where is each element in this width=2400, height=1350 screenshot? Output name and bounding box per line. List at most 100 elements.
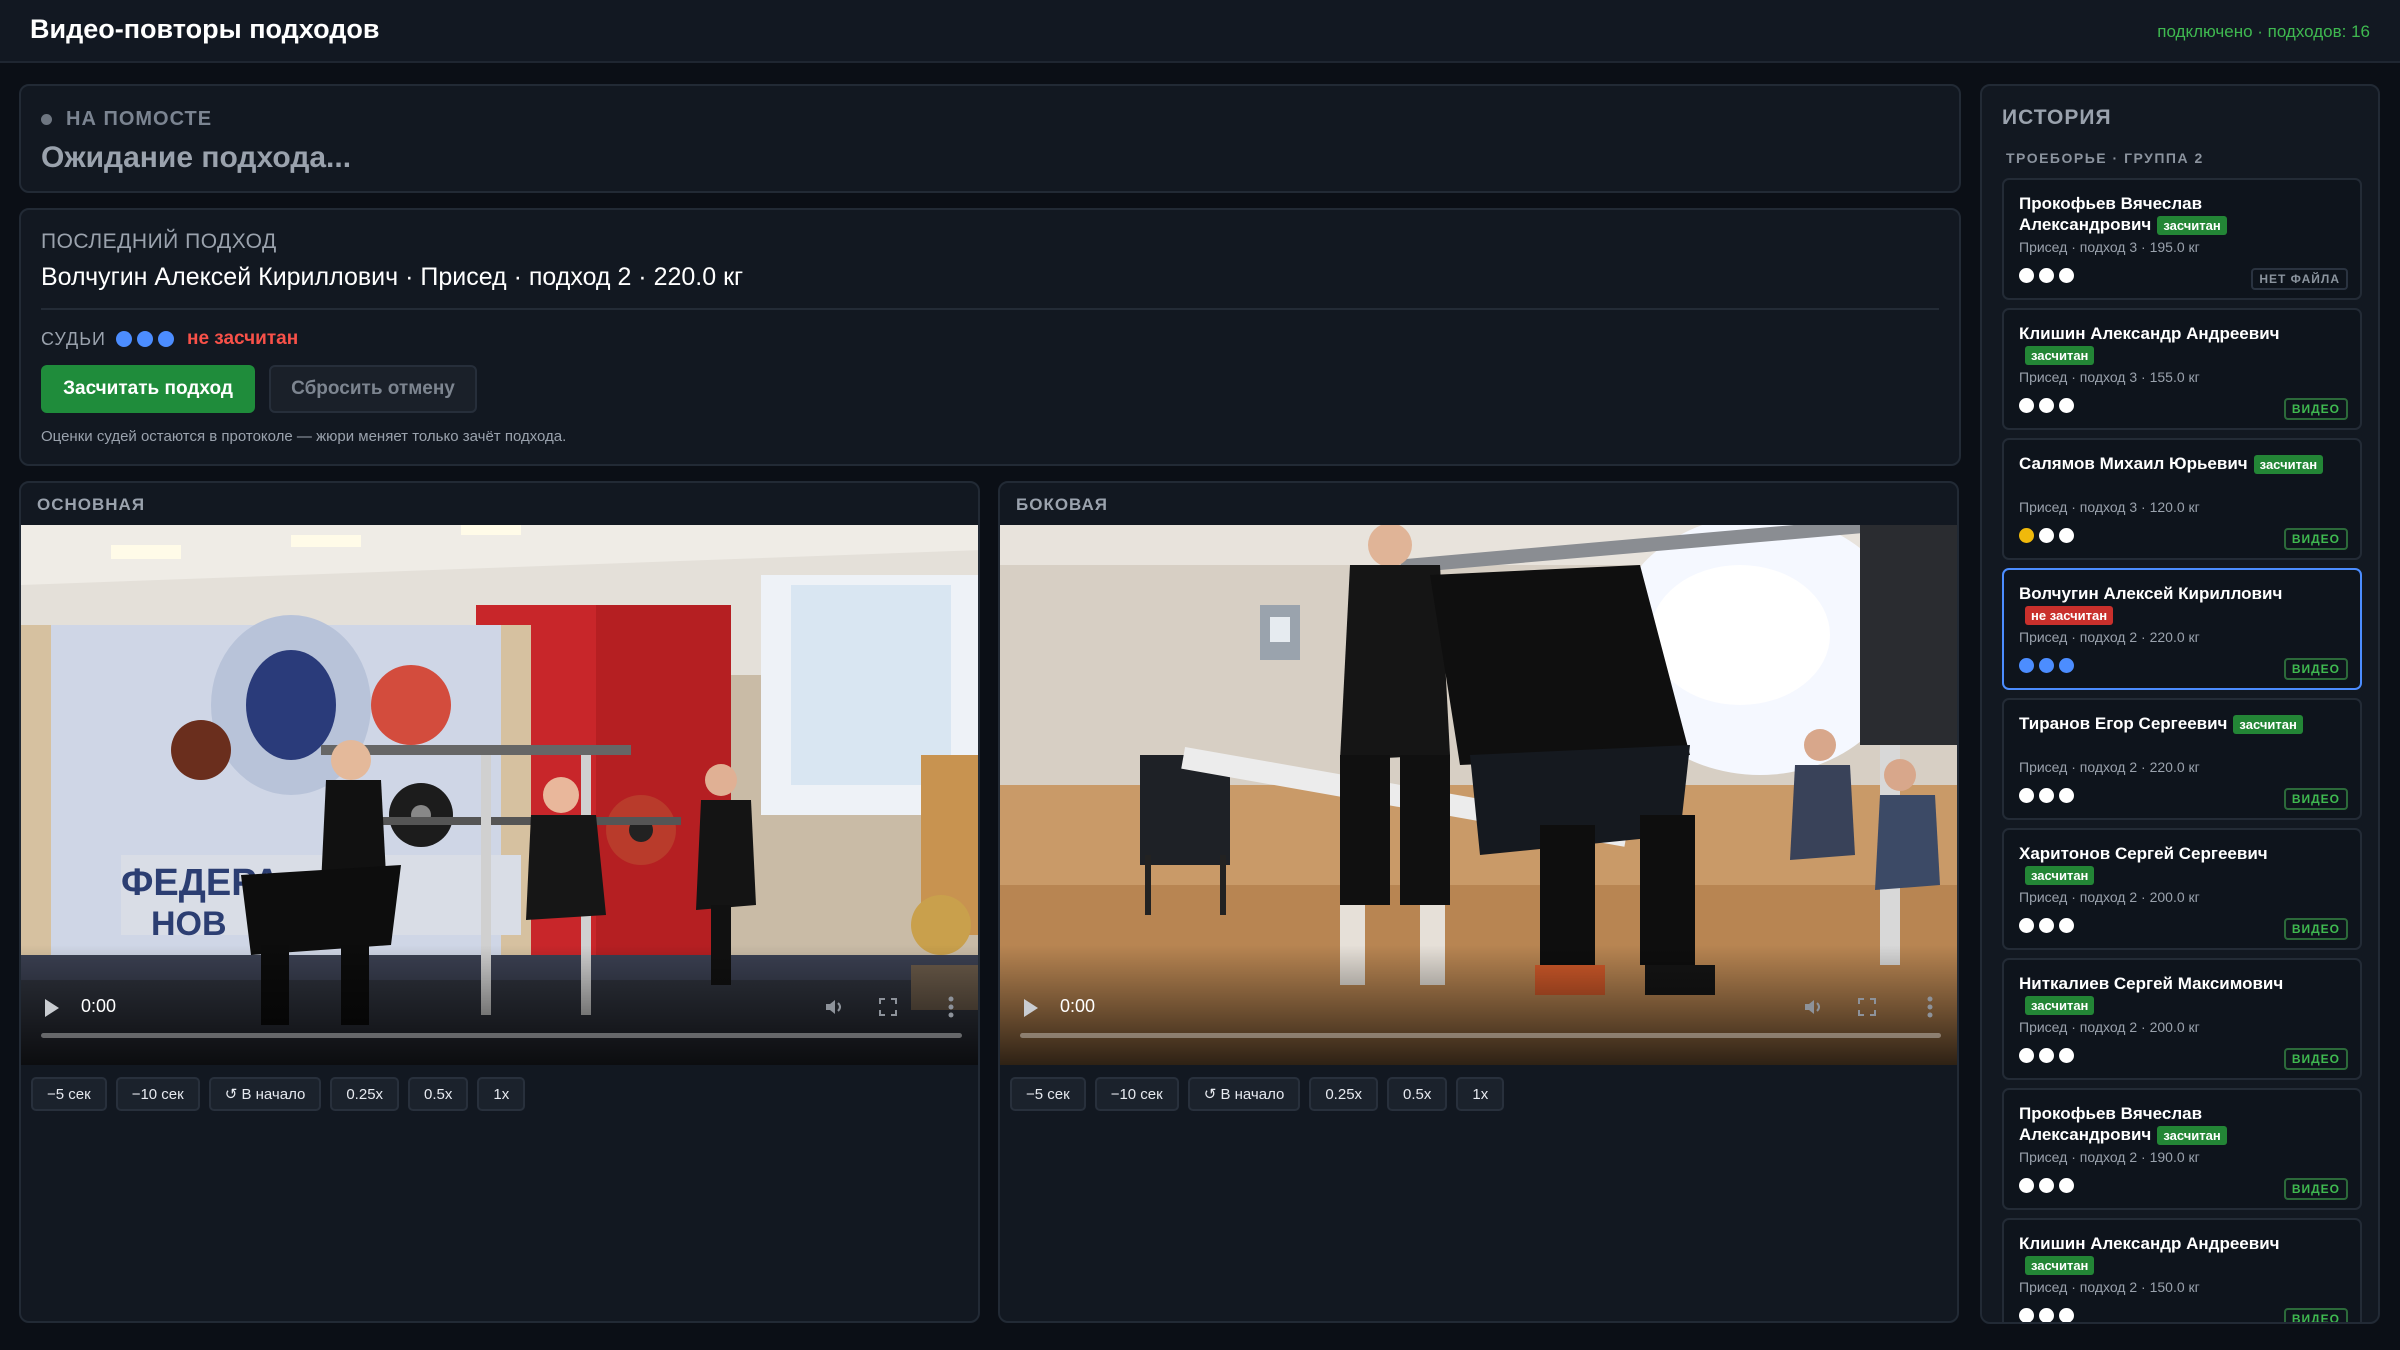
athlete-name-text: Харитонов Сергей Сергеевич	[2019, 844, 2268, 863]
judge-light-3	[2059, 1178, 2074, 1193]
attempt-info: Присед · подход 2 · 200.0 кг	[2019, 1019, 2200, 1035]
judge-light-3	[2059, 1048, 2074, 1063]
speed-1-button[interactable]: 1x	[1456, 1077, 1505, 1111]
judge-lights	[2019, 918, 2079, 933]
judge-lights	[2019, 1048, 2079, 1063]
athlete-name: Тиранов Егор Сергеевич засчитан	[2019, 713, 2339, 735]
status-badge: засчитан	[2025, 866, 2095, 886]
status-dot-icon	[41, 114, 52, 125]
judge-light-2	[2039, 528, 2054, 543]
judges-row: СУДЬИ не засчитан	[41, 328, 298, 350]
verdict-label: не засчитан	[186, 328, 299, 349]
fullscreen-icon[interactable]	[1857, 997, 1877, 1017]
video-progress-bar[interactable]	[41, 1033, 962, 1038]
fullscreen-icon[interactable]	[878, 997, 898, 1017]
top-bar: Видео-повторы подходов подключено · подх…	[0, 0, 2400, 63]
history-subtitle: ТРОЕБОРЬЕ · ГРУППА 2	[2006, 150, 2204, 166]
svg-text:НОВ: НОВ	[151, 905, 227, 943]
history-item[interactable]: Прокофьев Вячеслав Александрович засчитан…	[2002, 178, 2362, 300]
judge-light-3	[2059, 918, 2074, 933]
status-badge: засчитан	[2025, 1256, 2095, 1276]
main-video-player[interactable]: ФЕДЕРА НОВ 0:00	[21, 525, 978, 1065]
play-icon[interactable]	[45, 999, 59, 1017]
judge-light-3	[157, 331, 174, 347]
judge-lights	[2019, 268, 2079, 283]
athlete-name-text: Тиранов Егор Сергеевич	[2019, 714, 2228, 733]
judge-light-2	[2039, 1308, 2054, 1322]
restart-button[interactable]: ↺ В начало	[208, 1077, 322, 1111]
volume-icon[interactable]	[1803, 997, 1823, 1017]
athlete-name-text: Клишин Александр Андреевич	[2019, 1234, 2280, 1253]
app-title: Видео-повторы подходов	[30, 14, 380, 44]
video-progress-bar[interactable]	[1020, 1033, 1941, 1038]
judge-light-1	[2019, 918, 2034, 933]
platform-label-text: НА ПОМОСТЕ	[66, 108, 213, 130]
speed-05-button[interactable]: 0.5x	[1387, 1077, 1448, 1111]
athlete-name-text: Ниткалиев Сергей Максимович	[2019, 974, 2284, 993]
accept-attempt-button[interactable]: Засчитать подход	[41, 365, 255, 413]
more-icon[interactable]	[948, 995, 954, 1019]
status-badge: засчитан	[2025, 996, 2095, 1016]
history-list: Прокофьев Вячеслав Александрович засчитан…	[2002, 178, 2362, 1322]
judge-light-2	[2039, 1048, 2054, 1063]
history-item[interactable]: Харитонов Сергей Сергеевич засчитан Присед…	[2002, 828, 2362, 950]
judge-light-3	[2059, 528, 2074, 543]
attempt-info: Присед · подход 2 · 190.0 кг	[2019, 1149, 2200, 1165]
status-badge: засчитан	[2025, 346, 2095, 366]
last-attempt-label: ПОСЛЕДНИЙ ПОДХОД	[41, 230, 277, 253]
judge-lights	[2019, 788, 2079, 803]
history-item[interactable]: Клишин Александр Андреевич засчитан Присед…	[2002, 308, 2362, 430]
rewind-5-button[interactable]: −5 сек	[1010, 1077, 1086, 1111]
history-item[interactable]: Тиранов Егор Сергеевич засчитан Присед · п…	[2002, 698, 2362, 820]
status-badge: засчитан	[2253, 455, 2324, 475]
reset-cancel-button[interactable]: Сбросить отмену	[269, 365, 477, 413]
speed-05-button[interactable]: 0.5x	[408, 1077, 469, 1111]
rewind-5-button[interactable]: −5 сек	[31, 1077, 107, 1111]
athlete-name: Ниткалиев Сергей Максимович засчитан	[2019, 973, 2339, 1016]
video-tag: ВИДЕО	[2283, 1048, 2348, 1070]
volume-icon[interactable]	[824, 997, 844, 1017]
history-item[interactable]: Ниткалиев Сергей Максимович засчитан Присе…	[2002, 958, 2362, 1080]
speed-025-button[interactable]: 0.25x	[1309, 1077, 1379, 1111]
video-tag: ВИДЕО	[2283, 788, 2348, 810]
history-item[interactable]: Прокофьев Вячеслав Александрович засчитан…	[2002, 1088, 2362, 1210]
status-badge: засчитан	[2233, 715, 2303, 735]
athlete-name-text: Волчугин Алексей Кириллович	[2019, 584, 2283, 603]
history-panel: ИСТОРИЯ ТРОЕБОРЬЕ · ГРУППА 2 Прокофьев В…	[1980, 84, 2380, 1324]
rewind-10-button[interactable]: −10 сек	[1094, 1077, 1179, 1111]
more-icon[interactable]	[1927, 995, 1933, 1019]
speed-1-button[interactable]: 1x	[477, 1077, 526, 1111]
history-item[interactable]: Салямов Михаил Юрьевич засчитан Присед · п…	[2002, 438, 2362, 560]
rewind-10-button[interactable]: −10 сек	[115, 1077, 200, 1111]
history-item[interactable]: Клишин Александр Андреевич засчитан Присед…	[2002, 1218, 2362, 1322]
attempt-info: Присед · подход 2 · 220.0 кг	[2019, 629, 2200, 645]
history-item[interactable]: Волчугин Алексей Кириллович не засчитан Пр…	[2002, 568, 2362, 690]
jury-note: Оценки судей остаются в протоколе — жюри…	[41, 428, 567, 445]
attempt-info: Присед · подход 2 · 220.0 кг	[2019, 759, 2200, 775]
judge-light-1	[2019, 788, 2034, 803]
judge-light-2	[2039, 1178, 2054, 1193]
video-tag: ВИДЕО	[2283, 528, 2348, 550]
video-tag: ВИДЕО	[2283, 1178, 2348, 1200]
judge-lights	[2019, 398, 2079, 413]
speed-025-button[interactable]: 0.25x	[330, 1077, 400, 1111]
judge-light-2	[2039, 918, 2054, 933]
side-video-label: БОКОВАЯ	[1016, 495, 1108, 514]
attempt-info: Присед · подход 2 · 200.0 кг	[2019, 889, 2200, 905]
main-video-panel: ОСНОВНАЯ ФЕДЕРА НОВ 0:00 −5 сек −10 сек …	[19, 481, 980, 1323]
judge-light-2	[2039, 788, 2054, 803]
side-video-controls: −5 сек −10 сек ↺ В начало 0.25x 0.5x 1x	[1010, 1077, 1513, 1111]
status-badge: не засчитан	[2025, 606, 2114, 626]
athlete-name: Клишин Александр Андреевич засчитан	[2019, 1233, 2339, 1276]
judges-label: СУДЬИ	[41, 328, 106, 349]
restart-button[interactable]: ↺ В начало	[1187, 1077, 1301, 1111]
platform-status: Ожидание подхода...	[41, 141, 352, 174]
side-video-player[interactable]: 0:00	[1000, 525, 1957, 1065]
athlete-name: Клишин Александр Андреевич засчитан	[2019, 323, 2339, 366]
play-icon[interactable]	[1024, 999, 1038, 1017]
athlete-name: Прокофьев Вячеслав Александрович засчитан	[2019, 193, 2339, 236]
status-badge: засчитан	[2157, 216, 2227, 236]
judge-light-2	[136, 331, 153, 347]
platform-label: НА ПОМОСТЕ	[41, 108, 212, 131]
judge-light-3	[2059, 658, 2074, 673]
